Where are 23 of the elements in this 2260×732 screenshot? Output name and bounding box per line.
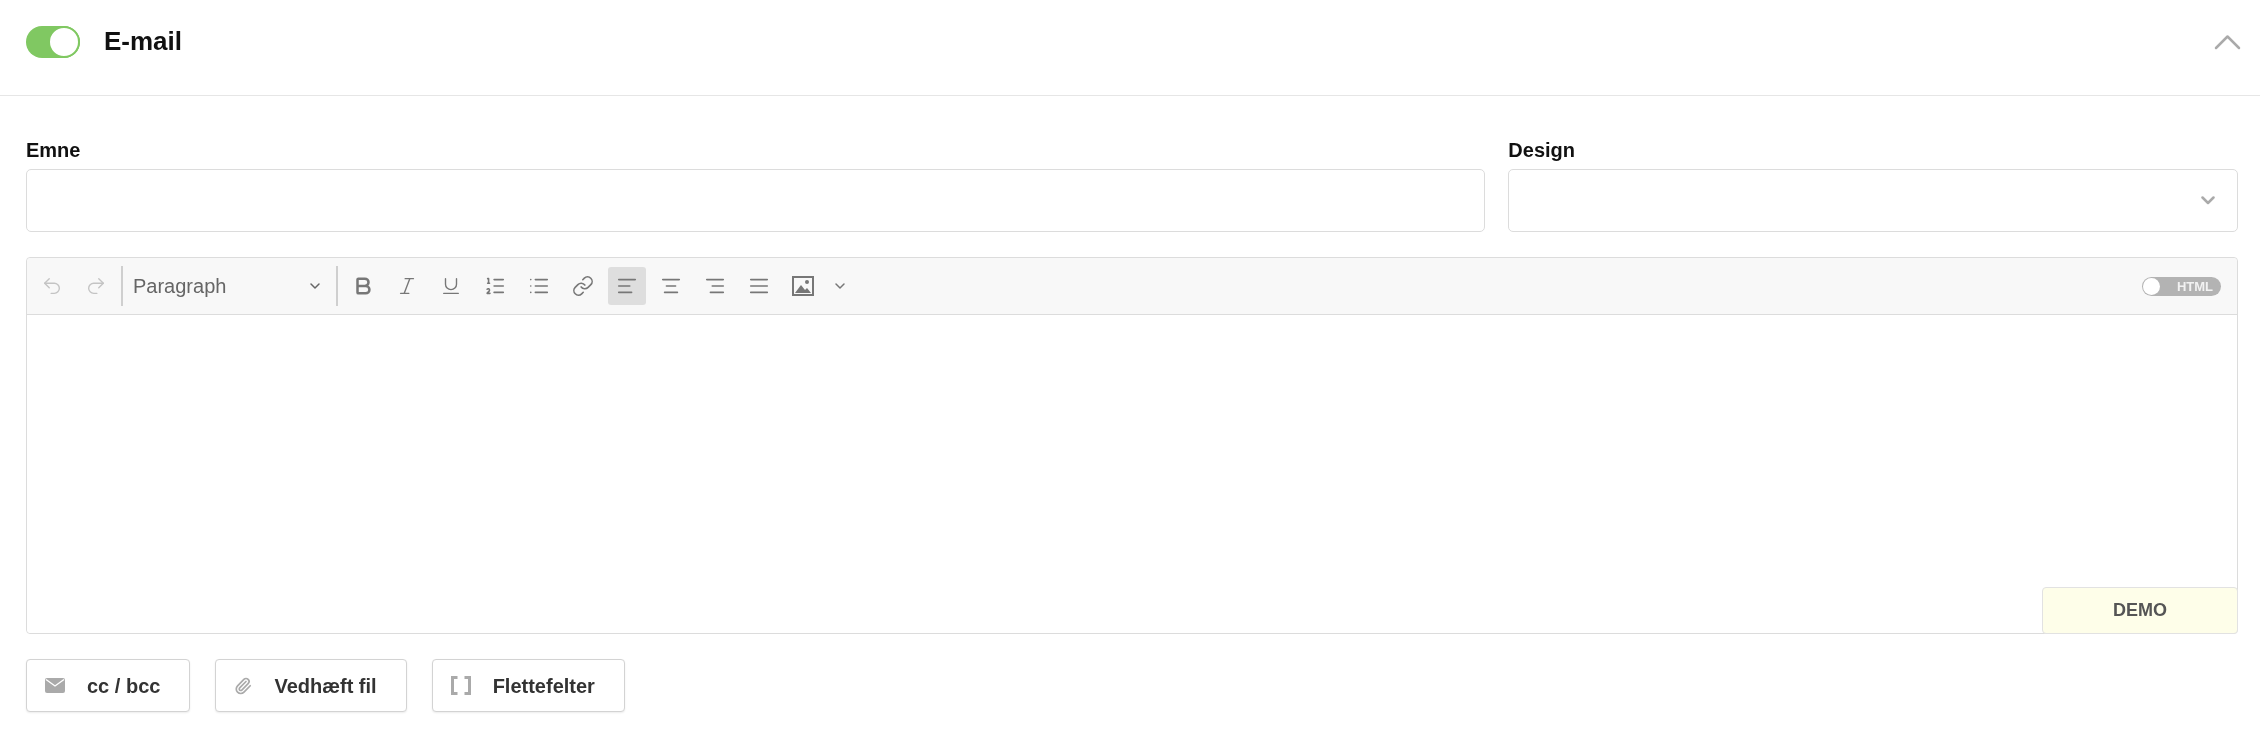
action-button[interactable]: cc / bcc — [26, 659, 191, 712]
toggle-switch[interactable] — [26, 25, 80, 58]
redo-icon — [85, 275, 107, 297]
demo-badge: DEMO — [2042, 587, 2238, 634]
block-format-select[interactable]: Paragraph — [129, 267, 330, 305]
action-button[interactable]: Vedhæft fil — [215, 659, 407, 712]
brackets-icon — [450, 676, 471, 695]
paperclip-icon — [234, 676, 253, 695]
field-label: Design — [1508, 138, 1576, 162]
align-left-button[interactable] — [608, 267, 646, 305]
underline-icon — [440, 275, 462, 297]
action-button[interactable]: Flettefelter — [431, 659, 625, 712]
chevron-down-icon — [2201, 196, 2215, 205]
field-label: Emne — [26, 138, 82, 162]
image-icon — [792, 276, 814, 296]
dropdown-field[interactable] — [1508, 169, 2238, 232]
chevron-up-icon[interactable] — [2214, 33, 2241, 50]
link-icon — [572, 275, 594, 297]
text-input-field[interactable] — [26, 169, 1486, 232]
numbered-list-icon — [484, 275, 506, 297]
undo-icon — [41, 275, 63, 297]
section-title: E-mail — [104, 25, 183, 58]
envelope-icon — [45, 678, 65, 693]
